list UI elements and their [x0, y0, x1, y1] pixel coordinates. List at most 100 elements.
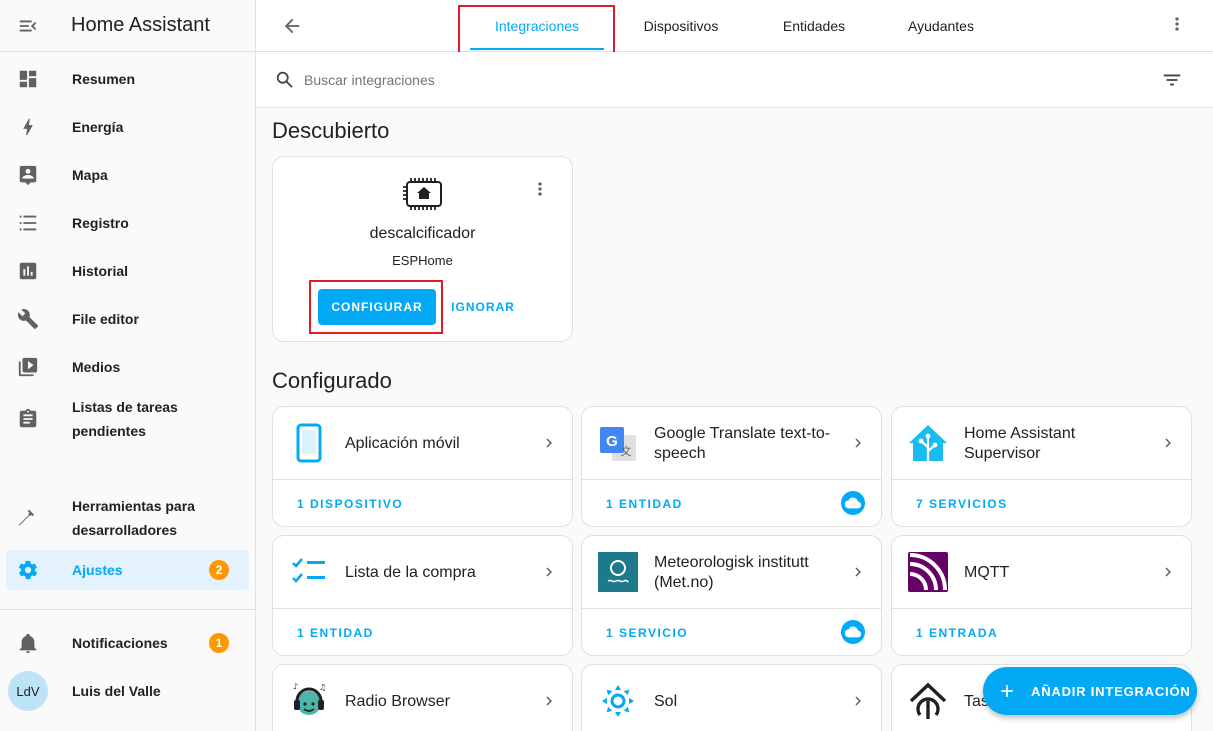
search-input[interactable] [304, 68, 904, 92]
chart-bar-icon [6, 260, 50, 282]
integration-card-header: Sol [582, 665, 881, 731]
integration-card-met-no[interactable]: Meteorologisk institutt (Met.no) 1 SERVI… [581, 535, 882, 656]
sidebar-item-label: Resumen [72, 71, 136, 87]
highlight-box-configure [309, 280, 443, 334]
sidebar-item-historial[interactable]: Historial [6, 259, 249, 283]
integration-name: Home Assistant Supervisor [964, 424, 1076, 462]
sidebar-item-medios[interactable]: Medios [6, 355, 249, 379]
google-translate-icon: G文 [598, 423, 638, 463]
sidebar-item-label: Ajustes [72, 562, 123, 578]
section-title-discovered: Descubierto [272, 118, 390, 143]
sidebar-item-label: Notificaciones [72, 635, 168, 651]
integration-card-shopping-list[interactable]: Lista de la compra 1 ENTIDAD [272, 535, 573, 656]
integration-card-mqtt[interactable]: MQTT 1 ENTRADA [891, 535, 1192, 656]
tab-dispositivos[interactable]: Dispositivos [616, 0, 746, 52]
cloud-icon [841, 620, 865, 644]
sidebar-item-resumen[interactable]: Resumen [6, 67, 249, 91]
integration-card-google-translate[interactable]: G文 Google Translate text-to-speech 1 ENT… [581, 406, 882, 527]
integration-footer-link[interactable]: 1 DISPOSITIVO [297, 480, 403, 526]
discovered-device-source: ESPHome [392, 253, 453, 268]
chevron-right-icon [1165, 438, 1171, 448]
sidebar-item-listas-tareas[interactable]: Listas de tareas pendientes [6, 395, 249, 443]
mqtt-icon [908, 552, 948, 592]
sidebar-item-file-editor[interactable]: File editor [6, 307, 249, 331]
sidebar-item-label: Mapa [72, 167, 108, 183]
sidebar: Home Assistant Resumen Energía Mapa Regi… [0, 0, 256, 731]
sidebar-item-registro[interactable]: Registro [6, 211, 249, 235]
tab-entidades[interactable]: Entidades [761, 0, 867, 52]
integration-card-radio-browser[interactable]: ♪ ♫ Radio Browser [272, 664, 573, 731]
tasmota-icon [908, 681, 948, 721]
sidebar-item-ajustes[interactable]: Ajustes 2 [6, 550, 249, 590]
filter-icon[interactable] [1161, 69, 1183, 91]
integration-footer-link[interactable]: 1 ENTIDAD [297, 609, 374, 655]
sidebar-item-label: Registro [72, 215, 129, 231]
media-play-icon [6, 356, 50, 378]
met-no-icon [598, 552, 638, 592]
chevron-right-icon [546, 567, 552, 577]
app-title: Home Assistant [71, 14, 210, 36]
integration-card-header: Home Assistant Supervisor [892, 407, 1191, 480]
integration-name: Meteorologisk institutt (Met.no) [654, 553, 809, 591]
add-integration-label: AÑADIR INTEGRACIÓN [1031, 683, 1191, 699]
ignore-button[interactable]: IGNORAR [445, 289, 521, 325]
integration-footer-link[interactable]: 1 ENTIDAD [606, 480, 683, 526]
sidebar-item-mapa[interactable]: Mapa [6, 163, 249, 187]
settings-badge: 2 [209, 560, 229, 580]
integration-footer-link[interactable]: 1 ENTRADA [916, 609, 998, 655]
integration-card-supervisor[interactable]: Home Assistant Supervisor 7 SERVICIOS [891, 406, 1192, 527]
integration-card-header: MQTT [892, 536, 1191, 609]
map-person-icon [6, 164, 50, 186]
integration-card-header: ♪ ♫ Radio Browser [273, 665, 572, 731]
bell-icon [6, 632, 50, 654]
lightning-icon [6, 116, 50, 138]
integration-name: Sol [654, 692, 678, 710]
integration-card-mobile-app[interactable]: Aplicación móvil 1 DISPOSITIVO [272, 406, 573, 527]
sidebar-header: Home Assistant [0, 0, 255, 52]
home-assistant-icon [908, 423, 948, 463]
wrench-icon [6, 308, 50, 330]
integration-footer-link[interactable]: 1 SERVICIO [606, 609, 688, 655]
sidebar-item-energia[interactable]: Energía [6, 115, 249, 139]
svg-text:♫: ♫ [319, 683, 326, 692]
radio-browser-icon: ♪ ♫ [289, 681, 329, 721]
sidebar-item-notificaciones[interactable]: Notificaciones 1 [6, 631, 249, 655]
overflow-menu-button[interactable] [1165, 12, 1189, 36]
sidebar-item-label: Medios [72, 359, 121, 375]
svg-text:G: G [606, 433, 618, 450]
top-bar: Integraciones Dispositivos Entidades Ayu… [256, 0, 1213, 52]
chevron-right-icon [855, 696, 861, 706]
tab-ayudantes[interactable]: Ayudantes [886, 0, 996, 52]
sidebar-item-label: File editor [72, 311, 139, 327]
svg-text:♪: ♪ [293, 682, 298, 691]
dots-vertical-icon [1175, 17, 1179, 31]
list-icon [6, 212, 50, 234]
menu-open-icon [19, 20, 37, 31]
clipboard-list-icon [6, 408, 50, 430]
integration-footer-link[interactable]: 7 SERVICIOS [916, 480, 1008, 526]
avatar: LdV [8, 671, 48, 711]
chevron-right-icon [855, 438, 861, 448]
cloud-icon [841, 491, 865, 515]
plus-icon [997, 681, 1017, 701]
cog-icon [6, 559, 50, 581]
highlight-box-tab [458, 5, 615, 56]
back-button[interactable] [278, 12, 306, 40]
integration-card-header: Meteorologisk institutt (Met.no) [582, 536, 881, 609]
discovered-menu-button[interactable] [528, 177, 552, 201]
sidebar-item-user[interactable]: LdV Luis del Valle [6, 671, 249, 711]
sidebar-item-label: Historial [72, 263, 129, 279]
menu-toggle-button[interactable] [0, 0, 56, 52]
chevron-right-icon [855, 567, 861, 577]
integration-name: Aplicación móvil [345, 434, 460, 452]
add-integration-button[interactable]: AÑADIR INTEGRACIÓN [983, 667, 1197, 715]
sidebar-item-herramientas[interactable]: Herramientas para desarrolladores [6, 494, 249, 542]
integration-name: MQTT [964, 563, 1010, 581]
hammer-icon [6, 507, 50, 529]
sidebar-item-label: Listas de tareas pendientes [72, 399, 178, 439]
tab-label: Dispositivos [643, 18, 719, 34]
integration-card-sol[interactable]: Sol [581, 664, 882, 731]
chevron-right-icon [546, 438, 552, 448]
sidebar-item-label: Herramientas para desarrolladores [72, 498, 195, 538]
dots-vertical-icon [538, 182, 542, 196]
